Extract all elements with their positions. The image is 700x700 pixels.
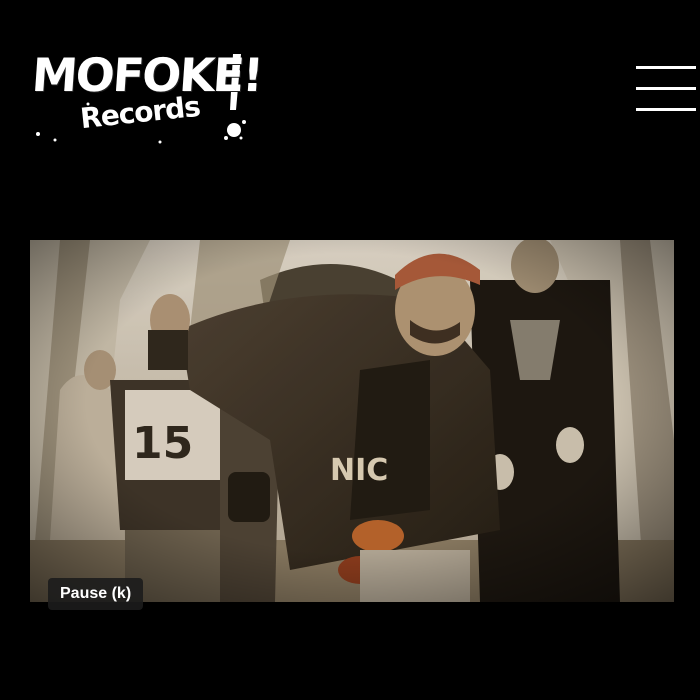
- menu-line: [636, 108, 696, 111]
- menu-line: [636, 87, 696, 90]
- logo-wordmark: MOFOKE!: [30, 48, 264, 102]
- video-player[interactable]: 15 NIC: [30, 240, 674, 602]
- page: MOFOKE! Records Pause (k): [0, 0, 700, 700]
- menu-line: [636, 66, 696, 69]
- mofoke-records-logo[interactable]: MOFOKE! Records: [30, 48, 263, 148]
- pause-tooltip: Pause (k): [48, 578, 144, 610]
- hamburger-menu-icon[interactable]: [636, 64, 696, 116]
- video-frame: 15 NIC: [30, 240, 674, 602]
